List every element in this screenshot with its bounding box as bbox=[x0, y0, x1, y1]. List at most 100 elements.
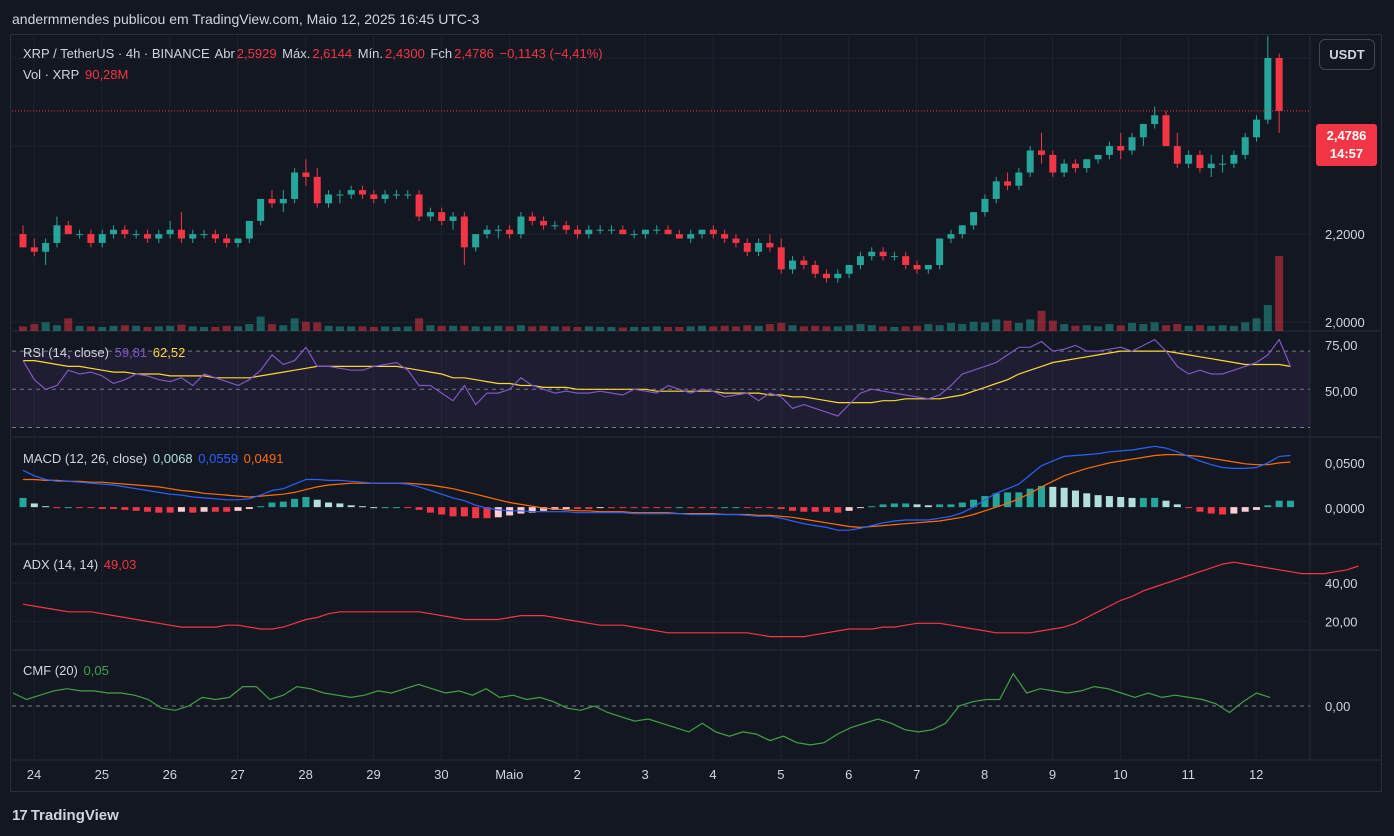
volume-bar bbox=[811, 325, 820, 331]
candle-body bbox=[223, 238, 231, 243]
candle-body bbox=[924, 264, 932, 270]
candle-body bbox=[800, 260, 808, 265]
candle-body bbox=[483, 229, 491, 235]
volume-bar bbox=[946, 322, 955, 331]
volume-bar bbox=[1184, 325, 1193, 331]
brand-name: TradingView bbox=[30, 807, 119, 824]
volume-bar bbox=[200, 326, 209, 331]
macd-histogram-bar bbox=[177, 507, 185, 512]
candle-body bbox=[234, 238, 242, 243]
volume-bar bbox=[177, 324, 186, 331]
open-label: Abr bbox=[214, 46, 235, 61]
candle-body bbox=[574, 229, 582, 235]
volume-bar bbox=[879, 326, 888, 331]
volume-bar bbox=[64, 318, 73, 331]
adx-legend: ADX (14, 14) 49,03 bbox=[23, 557, 138, 572]
volume-bar bbox=[245, 324, 254, 331]
x-axis-tick-label: 9 bbox=[1049, 767, 1056, 782]
chart-canvas[interactable]: 24 25 26 27 28 29 30 Maio 2 3 4 5 6 7 8 9 10 11 12 2,0000 2,… bbox=[0, 0, 1394, 836]
candle-body bbox=[1241, 137, 1249, 155]
volume-bar bbox=[901, 326, 910, 331]
macd-histogram-bar bbox=[1094, 495, 1102, 508]
macd-histogram-bar bbox=[800, 507, 808, 512]
volume-bar bbox=[539, 325, 548, 331]
macd-histogram-bar bbox=[1196, 507, 1204, 512]
candle-body bbox=[1049, 154, 1057, 173]
candle-body bbox=[664, 229, 672, 235]
volume-bar bbox=[279, 325, 288, 331]
volume-bar bbox=[1003, 320, 1012, 331]
macd-histogram-bar bbox=[653, 507, 661, 509]
volume-bar bbox=[709, 326, 718, 331]
candle-body bbox=[721, 234, 729, 239]
volume-bar bbox=[754, 325, 763, 331]
volume-bar bbox=[166, 325, 175, 331]
macd-histogram-bar bbox=[574, 507, 582, 509]
volume-bar bbox=[867, 325, 876, 331]
candle-body bbox=[1253, 119, 1261, 138]
volume-bar bbox=[743, 325, 752, 331]
candle-body bbox=[981, 198, 989, 213]
macd-histogram-bar bbox=[698, 507, 706, 509]
macd-histogram-bar bbox=[1071, 490, 1079, 508]
macd-histogram-bar bbox=[494, 507, 502, 518]
macd-histogram-bar bbox=[347, 505, 355, 508]
volume-bar bbox=[222, 325, 231, 331]
macd-histogram-bar bbox=[438, 507, 446, 515]
x-axis-tick-label: 25 bbox=[95, 767, 109, 782]
macd-histogram-bar bbox=[868, 506, 876, 508]
candle-body bbox=[438, 212, 446, 221]
volume-bar bbox=[980, 322, 989, 331]
volume-bar bbox=[381, 326, 390, 331]
macd-histogram-bar bbox=[732, 507, 740, 509]
high-value: 2,6144 bbox=[312, 46, 353, 61]
volume-bar bbox=[347, 326, 356, 331]
rsi-axis-label: 50,00 bbox=[1325, 384, 1358, 399]
candle-body bbox=[698, 229, 706, 235]
cmf-title: CMF (20) bbox=[23, 663, 78, 678]
volume-bar bbox=[675, 326, 684, 331]
low-value: 2,4300 bbox=[385, 46, 425, 61]
candle-body bbox=[42, 242, 50, 252]
candle-body bbox=[1151, 115, 1159, 125]
symbol-legend: XRP / TetherUS · 4h · BINANCE Abr 2,5929 … bbox=[23, 46, 605, 61]
volume-bar bbox=[1116, 325, 1125, 331]
macd-histogram-bar bbox=[42, 506, 50, 508]
volume-bar bbox=[1173, 324, 1182, 331]
volume-bar bbox=[324, 325, 333, 331]
cmf-legend: CMF (20) 0,05 bbox=[23, 663, 111, 678]
volume-bar bbox=[494, 325, 503, 331]
high-label: Máx. bbox=[282, 46, 311, 61]
macd-histogram-bar bbox=[449, 507, 457, 517]
candle-body bbox=[359, 190, 366, 195]
tradingview-brand[interactable]: 17 TradingView bbox=[12, 807, 119, 824]
candle-body bbox=[1275, 58, 1283, 111]
volume-bar bbox=[573, 326, 582, 331]
open-value: 2,5929 bbox=[236, 46, 277, 61]
volume-bar bbox=[799, 326, 808, 331]
macd-histogram-bar bbox=[268, 502, 276, 508]
volume-bar bbox=[415, 318, 424, 331]
symbol-label[interactable]: XRP / TetherUS · 4h · BINANCE bbox=[23, 46, 210, 61]
last-price-value: 2,4786 bbox=[1326, 128, 1367, 143]
macd-histogram-bar bbox=[958, 502, 966, 508]
macd-title: MACD (12, 26, close) bbox=[23, 451, 148, 466]
volume-bar bbox=[1229, 325, 1238, 331]
macd-histogram-bar bbox=[313, 499, 321, 508]
low-label: Mín. bbox=[357, 46, 384, 61]
macd-axis-label: 0,0000 bbox=[1325, 501, 1365, 516]
macd-histogram-bar bbox=[234, 507, 242, 511]
candle-body bbox=[166, 229, 174, 235]
candle-body bbox=[822, 273, 830, 279]
volume-bar bbox=[120, 325, 129, 331]
candle-body bbox=[110, 229, 118, 235]
candle-body bbox=[902, 256, 910, 265]
currency-button[interactable]: USDT bbox=[1319, 39, 1375, 70]
volume-label: Vol · XRP bbox=[23, 67, 80, 82]
candle-body bbox=[279, 198, 287, 204]
macd-histogram-bar bbox=[1241, 507, 1249, 512]
candle-body bbox=[19, 234, 27, 248]
macd-histogram-bar bbox=[1105, 496, 1113, 508]
macd-histogram-bar bbox=[709, 507, 717, 509]
volume-bar bbox=[1082, 325, 1091, 331]
